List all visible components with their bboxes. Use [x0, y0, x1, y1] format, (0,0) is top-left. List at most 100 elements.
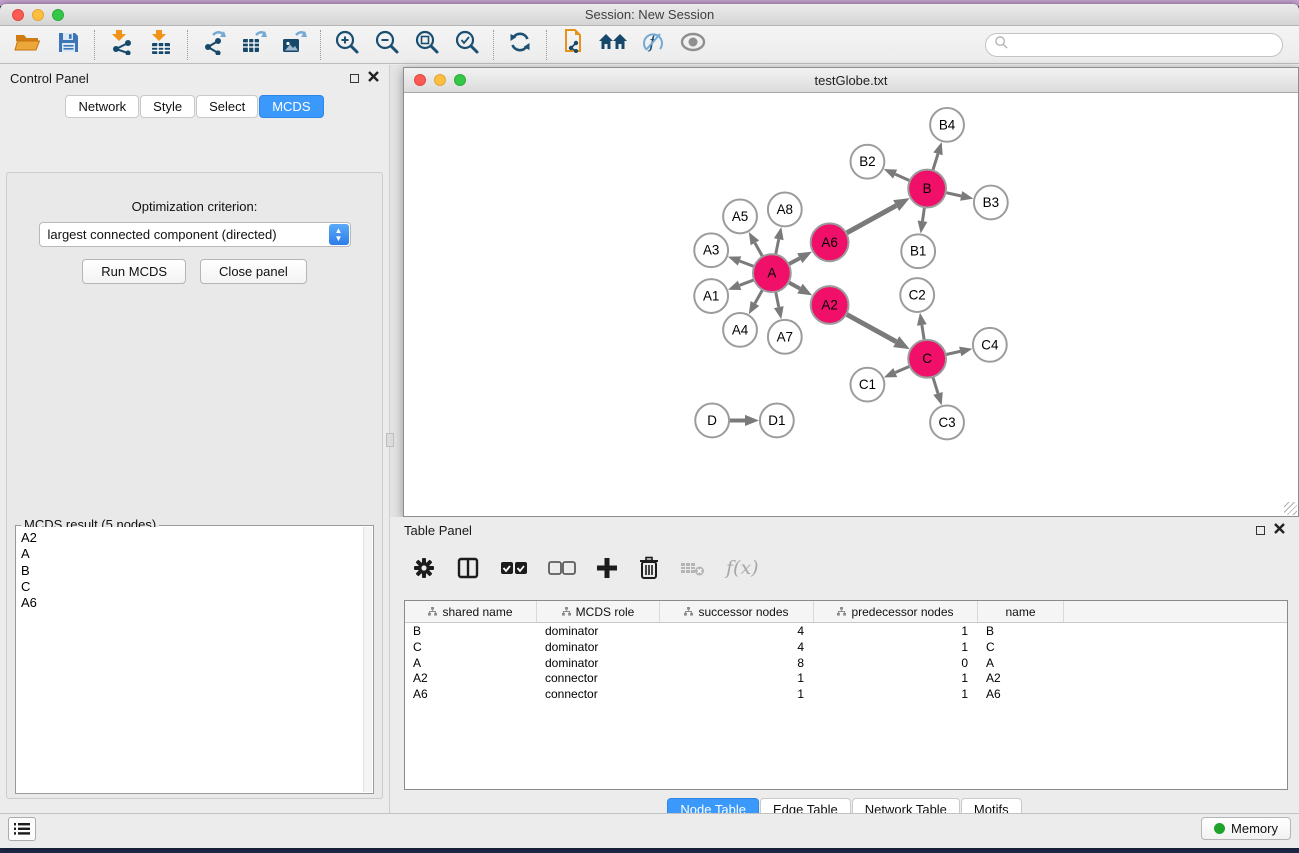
tab-mcds[interactable]: MCDS [259, 95, 323, 118]
table-cell[interactable]: 8 [660, 655, 814, 671]
add-row-button[interactable] [596, 557, 618, 579]
edge-B-B3[interactable] [946, 193, 962, 196]
refresh-button[interactable] [500, 28, 540, 62]
float-panel-icon[interactable] [350, 74, 359, 83]
table-row[interactable]: A6connector11A6 [405, 686, 1287, 702]
edge-A-A3[interactable] [740, 261, 755, 267]
tab-style[interactable]: Style [140, 95, 195, 118]
table-cell[interactable]: A6 [978, 686, 1064, 702]
table-cell[interactable]: C [978, 639, 1064, 655]
result-item[interactable]: C [21, 579, 363, 595]
manage-columns-button[interactable] [456, 556, 480, 580]
float-table-panel-icon[interactable] [1256, 526, 1265, 535]
result-scrollbar[interactable] [363, 527, 372, 792]
table-cell[interactable]: 4 [660, 623, 814, 639]
column-header-name[interactable]: name [978, 601, 1064, 622]
window-resize-grip[interactable] [1284, 502, 1297, 515]
table-cell[interactable]: dominator [537, 639, 660, 655]
table-row[interactable]: A2connector11A2 [405, 670, 1287, 686]
import-network-button[interactable] [101, 28, 141, 62]
table-cell[interactable]: A [405, 655, 537, 671]
run-mcds-button[interactable]: Run MCDS [82, 259, 186, 284]
table-cell[interactable]: A [978, 655, 1064, 671]
table-cell[interactable]: connector [537, 686, 660, 702]
table-cell[interactable]: C [405, 639, 537, 655]
table-settings-button[interactable] [412, 556, 436, 580]
table-row[interactable]: Adominator80A [405, 655, 1287, 671]
column-header-successor-nodes[interactable]: successor nodes [660, 601, 814, 622]
edge-A-A8[interactable] [776, 239, 779, 254]
edge-B-B4[interactable] [933, 154, 938, 171]
deselect-all-button[interactable] [548, 560, 576, 576]
table-cell[interactable]: 1 [814, 670, 978, 686]
result-item[interactable]: A [21, 546, 363, 562]
table-cell[interactable]: A2 [978, 670, 1064, 686]
edge-B-B1[interactable] [922, 207, 924, 221]
edge-A-A6[interactable] [789, 258, 800, 264]
delete-row-button[interactable] [638, 556, 660, 580]
edge-A2-C[interactable] [846, 314, 896, 342]
result-item[interactable]: A2 [21, 530, 363, 546]
table-cell[interactable]: 1 [660, 670, 814, 686]
edge-A-A4[interactable] [755, 290, 763, 304]
select-all-button[interactable] [500, 560, 528, 576]
show-panels-button[interactable] [8, 817, 36, 841]
column-header-shared-name[interactable]: shared name [405, 601, 537, 622]
show-hide-details-button[interactable] [673, 28, 713, 62]
table-cell[interactable]: 1 [814, 623, 978, 639]
table-cell[interactable]: B [978, 623, 1064, 639]
home-layout-button[interactable] [593, 28, 633, 62]
zoom-fit-button[interactable] [407, 28, 447, 62]
table-cell[interactable]: A2 [405, 670, 537, 686]
export-network-button[interactable] [194, 28, 234, 62]
table-cell[interactable]: B [405, 623, 537, 639]
edge-A-A7[interactable] [776, 292, 779, 307]
criterion-dropdown[interactable]: largest connected component (directed) ▲… [39, 222, 351, 247]
edge-C-C3[interactable] [933, 377, 938, 394]
table-cell[interactable]: 1 [814, 639, 978, 655]
column-header-predecessor-nodes[interactable]: predecessor nodes [814, 601, 978, 622]
edge-C-C2[interactable] [922, 325, 924, 340]
table-cell[interactable]: 1 [660, 686, 814, 702]
mcds-result-list[interactable]: A2ABCA6 [17, 527, 363, 792]
edge-A-A5[interactable] [755, 243, 763, 257]
table-cell[interactable]: dominator [537, 623, 660, 639]
close-panel-button[interactable]: Close panel [200, 259, 307, 284]
zoom-in-button[interactable] [327, 28, 367, 62]
table-cell[interactable]: A6 [405, 686, 537, 702]
search-input[interactable] [985, 33, 1283, 57]
result-item[interactable]: B [21, 563, 363, 579]
tab-network[interactable]: Network [65, 95, 139, 118]
open-session-button[interactable] [8, 28, 48, 62]
edge-B-B2[interactable] [895, 174, 910, 181]
tab-select[interactable]: Select [196, 95, 258, 118]
export-table-button[interactable] [234, 28, 274, 62]
zoom-out-button[interactable] [367, 28, 407, 62]
table-cell[interactable]: 4 [660, 639, 814, 655]
table-cell[interactable]: dominator [537, 655, 660, 671]
node-table[interactable]: shared nameMCDS rolesuccessor nodesprede… [404, 600, 1288, 790]
zoom-selected-button[interactable] [447, 28, 487, 62]
table-cell[interactable]: 1 [814, 686, 978, 702]
split-pane-handle[interactable] [386, 433, 394, 447]
table-row[interactable]: Cdominator41C [405, 639, 1287, 655]
table-cell[interactable]: connector [537, 670, 660, 686]
result-item[interactable]: A6 [21, 595, 363, 611]
table-row[interactable]: Bdominator41B [405, 623, 1287, 639]
column-header-MCDS-role[interactable]: MCDS role [537, 601, 660, 622]
network-canvas[interactable]: ABCA2A6A1A3A4A5A7A8B1B2B3B4C1C2C3C4DD1 [405, 94, 1297, 515]
edge-A6-B[interactable] [846, 206, 896, 234]
new-network-from-selection-button[interactable] [553, 28, 593, 62]
import-table-button[interactable] [141, 28, 181, 62]
edge-A-A2[interactable] [788, 282, 800, 288]
edge-C-C4[interactable] [946, 351, 961, 354]
save-session-button[interactable] [48, 28, 88, 62]
close-table-panel-icon[interactable] [1274, 521, 1285, 539]
table-cell[interactable]: 0 [814, 655, 978, 671]
memory-button[interactable]: Memory [1201, 817, 1291, 840]
toggle-function-button[interactable]: f [633, 28, 673, 62]
edge-C-C1[interactable] [895, 366, 910, 372]
close-panel-icon[interactable] [368, 69, 379, 87]
edge-A-A1[interactable] [740, 280, 755, 286]
export-image-button[interactable] [274, 28, 314, 62]
